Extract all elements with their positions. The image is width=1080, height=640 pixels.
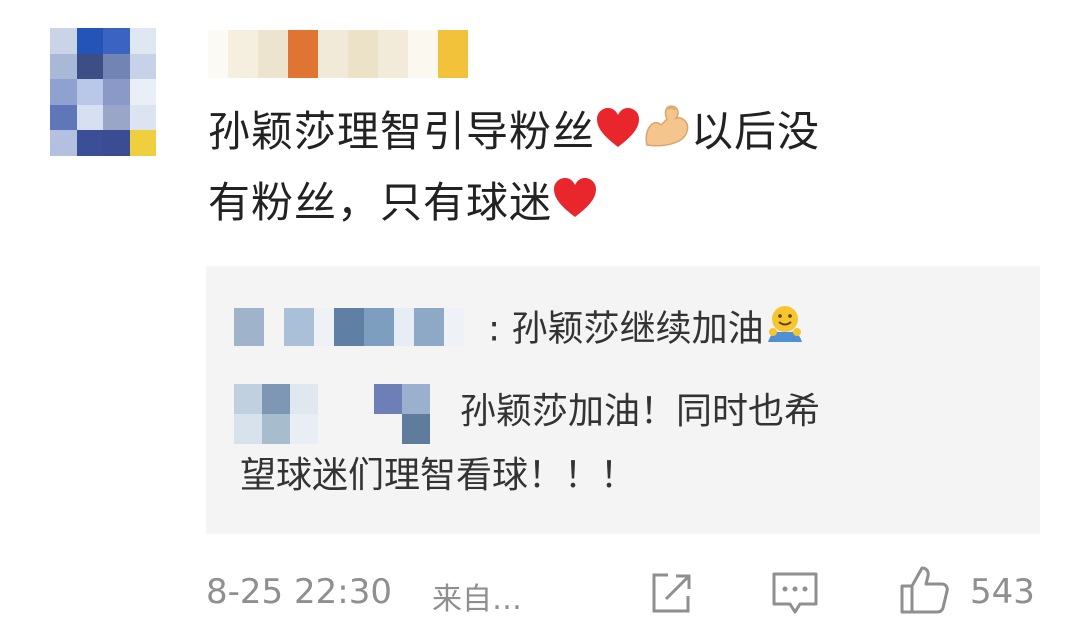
comment-text-line2: 有粉丝，只有球迷 xyxy=(208,177,553,227)
comment-footer: 8-25 22:30 来自… 543 xyxy=(206,566,1046,620)
reply-1: : 孙颖莎继续加油 xyxy=(488,304,806,357)
comment-text: 孙颖莎理智引导粉丝 以后没 有粉丝，只有球迷 xyxy=(208,98,1028,239)
reply-2-line1: 孙颖莎加油！同时也希 xyxy=(460,391,821,432)
avatar[interactable] xyxy=(50,28,156,156)
comment-icon[interactable] xyxy=(768,566,822,624)
share-icon[interactable] xyxy=(646,568,696,622)
like-count: 543 xyxy=(970,572,1035,612)
hugging-face-emoji xyxy=(764,304,806,357)
timestamp: 8-25 22:30 xyxy=(206,572,392,612)
heart-emoji xyxy=(552,171,598,239)
heart-emoji xyxy=(595,101,641,169)
like-icon[interactable] xyxy=(896,562,952,622)
reply-separator: : xyxy=(488,308,501,350)
reply-2-line2: 望球迷们理智看球！！！ xyxy=(240,455,637,496)
username-pixelated[interactable] xyxy=(208,30,470,78)
reply-box[interactable]: : 孙颖莎继续加油 孙颖莎加油！同时也希 望球迷们理智看球！！！ xyxy=(206,266,1040,534)
reply-1-text: 孙颖莎继续加油 xyxy=(511,308,764,350)
comment-text-line1: 孙颖莎理智引导粉丝 xyxy=(208,107,596,156)
reply-avatar-pixelated[interactable] xyxy=(234,384,430,444)
comment-text-line1-after: 以后没 xyxy=(691,107,821,156)
reply-username-pixelated[interactable] xyxy=(234,308,464,346)
flexed-biceps-emoji xyxy=(641,101,691,169)
source-link[interactable]: 来自… xyxy=(432,574,522,618)
